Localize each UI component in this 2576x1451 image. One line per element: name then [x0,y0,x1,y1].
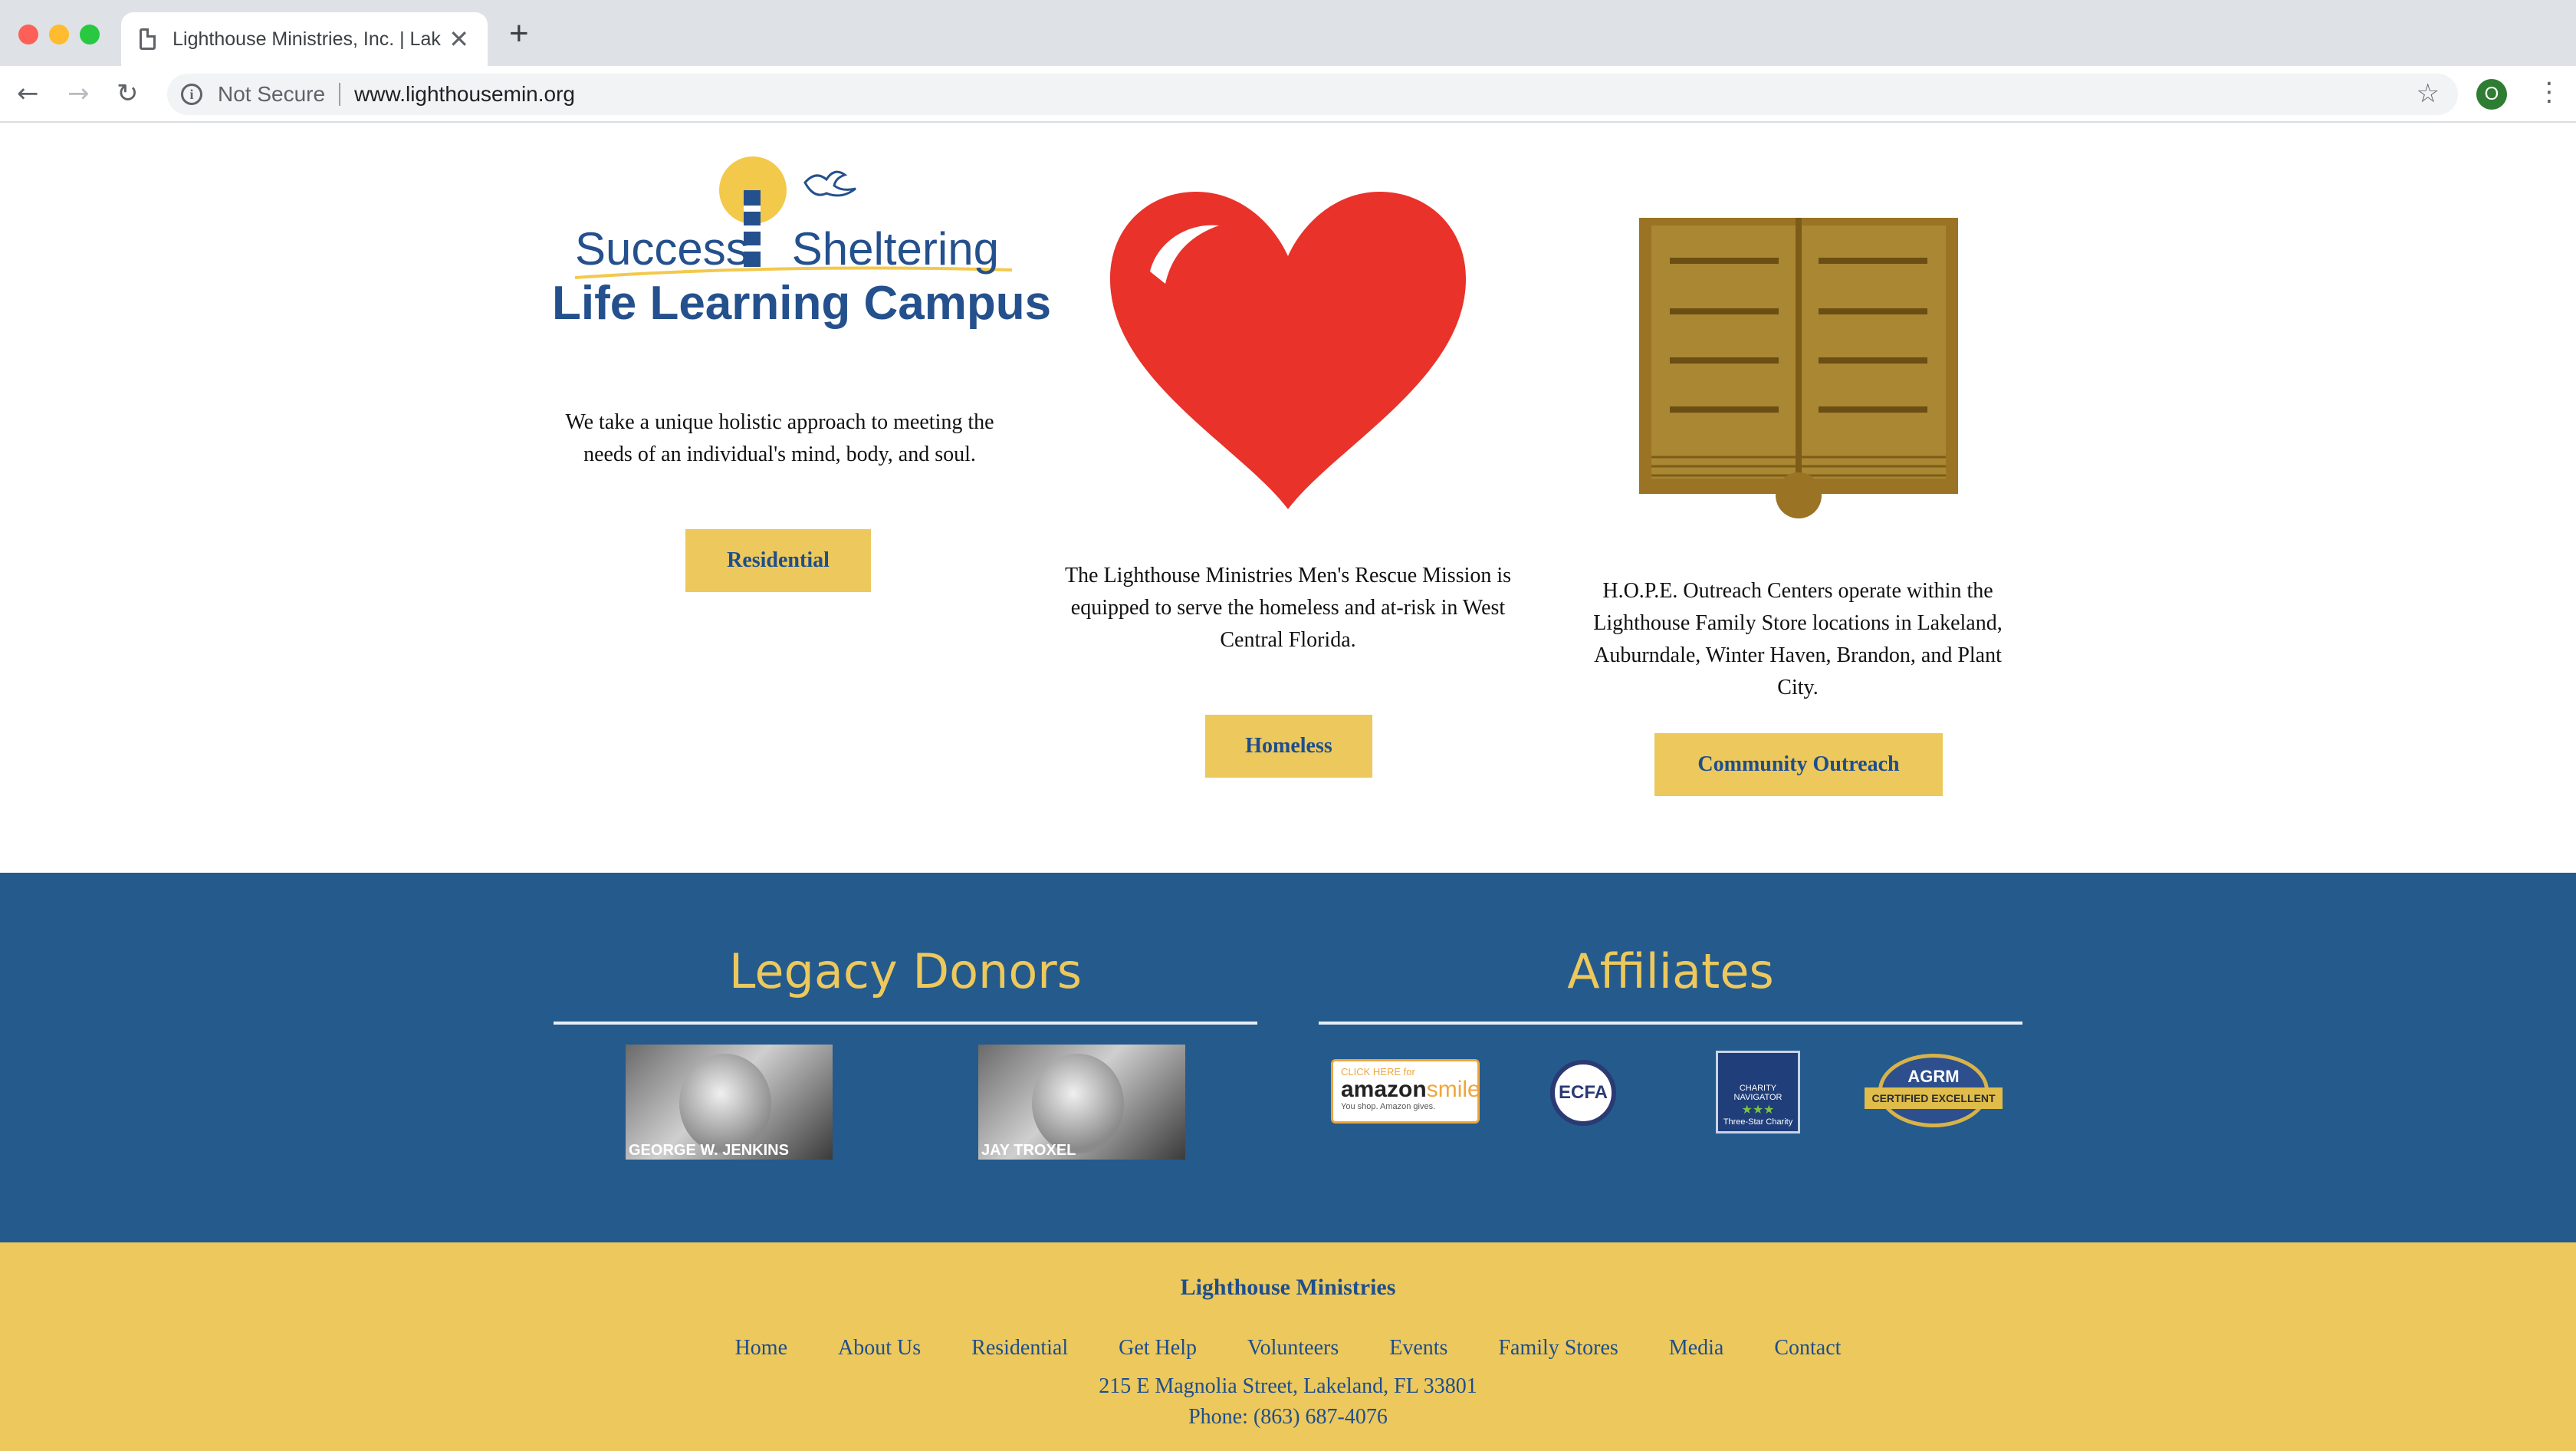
bookmark-star-icon[interactable]: ☆ [2417,78,2440,109]
footer-link-events[interactable]: Events [1389,1336,1447,1361]
info-icon[interactable]: i [181,84,202,105]
amazon-click-here: CLICK HERE for [1341,1066,1415,1078]
omnibox-divider [339,83,341,106]
donor-face-image [1032,1054,1124,1153]
charity-stars: ★★★ [1741,1104,1775,1117]
amazon-smile-wordmark: amazonsmile [1341,1077,1480,1102]
footer-nav: Home About Us Residential Get Help Volun… [0,1336,2576,1361]
donor-name: JAY TROXEL [981,1142,1076,1159]
charity-navigator-title: CHARITY NAVIGATOR [1733,1084,1783,1102]
logo-word-sheltering: Sheltering [791,223,999,275]
close-window-button[interactable] [18,25,38,44]
page-icon [140,28,156,50]
residential-column: We take a unique holistic approach to me… [546,406,1014,471]
community-outreach-button[interactable]: Community Outreach [1654,733,1943,796]
heart-icon [1110,192,1466,509]
profile-avatar[interactable]: O [2476,79,2507,110]
agrm-badge[interactable]: AGRM CERTIFIED EXCELLENT [1865,1054,2003,1127]
footer-link-contact[interactable]: Contact [1774,1336,1841,1361]
browser-tab[interactable]: Lighthouse Ministries, Inc. | Lakeland ✕ [121,12,488,66]
residential-button-wrap: Residential [685,529,871,592]
charity-subtitle: Three-Star Charity [1723,1117,1793,1127]
security-label: Not Secure [218,82,326,106]
browser-menu-icon[interactable]: ⋮ [2536,77,2562,107]
address-bar[interactable]: i Not Secure www.lighthousemin.org ☆ [167,74,2458,115]
services-section: Success Sheltering Life Learning Campus W… [0,123,2576,873]
footer-phone[interactable]: Phone: (863) 687-4076 [0,1405,2576,1430]
footer-link-media[interactable]: Media [1669,1336,1724,1361]
browser-title-bar: Lighthouse Ministries, Inc. | Lakeland ✕… [0,0,2576,66]
logo-word-success: Success [575,223,749,275]
donor-photo-troxel[interactable]: JAY TROXEL [978,1045,1185,1160]
amazon-smile-badge[interactable]: CLICK HERE for amazonsmile You shop. Ama… [1331,1059,1480,1124]
footer-link-volunteers[interactable]: Volunteers [1247,1336,1339,1361]
residential-description: We take a unique holistic approach to me… [565,410,994,466]
donor-photo-jenkins[interactable]: GEORGE W. JENKINS [626,1045,833,1160]
footer-link-residential[interactable]: Residential [971,1336,1068,1361]
agrm-ribbon: CERTIFIED EXCELLENT [1865,1087,2003,1109]
maximize-window-button[interactable] [80,25,100,44]
forward-arrow-icon[interactable]: → [67,78,90,109]
site-footer: Lighthouse Ministries Home About Us Resi… [0,1242,2576,1451]
donors-affiliates-band: Legacy Donors GEORGE W. JENKINS JAY TROX… [0,873,2576,1242]
minimize-window-button[interactable] [49,25,69,44]
close-tab-icon[interactable]: ✕ [449,25,469,54]
back-arrow-icon[interactable]: ← [17,78,39,109]
legacy-divider [554,1022,1257,1025]
browser-toolbar: ← → ↻ i Not Secure www.lighthousemin.org… [0,66,2576,123]
footer-link-family-stores[interactable]: Family Stores [1498,1336,1618,1361]
outreach-button-wrap: Community Outreach [1654,733,1943,796]
charity-navigator-badge[interactable]: CHARITY NAVIGATOR ★★★ Three-Star Charity [1716,1051,1800,1133]
outreach-column: H.O.P.E. Outreach Centers operate within… [1572,575,2024,704]
footer-link-about-us[interactable]: About Us [838,1336,921,1361]
affiliates-divider [1319,1022,2022,1025]
donor-name: GEORGE W. JENKINS [629,1142,789,1159]
smile-word: smile [1426,1077,1480,1102]
success-sheltering-logo: Success Sheltering Life Learning Campus [552,146,1051,330]
homeless-column: The Lighthouse Ministries Men's Rescue M… [1058,560,1518,656]
footer-link-get-help[interactable]: Get Help [1119,1336,1197,1361]
homeless-button-wrap: Homeless [1205,715,1372,778]
url-text[interactable]: www.lighthousemin.org [354,82,575,107]
residential-button[interactable]: Residential [685,529,871,592]
donor-face-image [679,1054,771,1153]
tab-title: Lighthouse Ministries, Inc. | Lakeland [172,28,441,50]
logo-line-1: Success Sheltering [575,222,999,275]
footer-link-home[interactable]: Home [735,1336,787,1361]
footer-address: 215 E Magnolia Street, Lakeland, FL 3380… [1099,1374,1477,1398]
outreach-description: H.O.P.E. Outreach Centers operate within… [1593,579,2003,699]
homeless-description-line-1: The Lighthouse Ministries Men's Rescue M… [1064,564,1512,620]
amazon-word: amazon [1341,1077,1427,1102]
affiliates-heading: Affiliates [1567,943,1774,999]
homeless-button[interactable]: Homeless [1205,715,1372,778]
book-icon [1639,218,1958,518]
new-tab-button[interactable]: + [509,17,529,51]
legacy-donors-heading: Legacy Donors [728,943,1083,999]
reload-icon[interactable]: ↻ [117,78,139,109]
logo-line-2: Life Learning Campus [552,277,1052,330]
footer-brand[interactable]: Lighthouse Ministries [0,1275,2576,1301]
ecfa-badge[interactable]: ECFA [1550,1060,1616,1126]
homeless-description-line-2: Central Florida. [1220,628,1356,652]
amazon-tagline: You shop. Amazon gives. [1341,1102,1436,1111]
